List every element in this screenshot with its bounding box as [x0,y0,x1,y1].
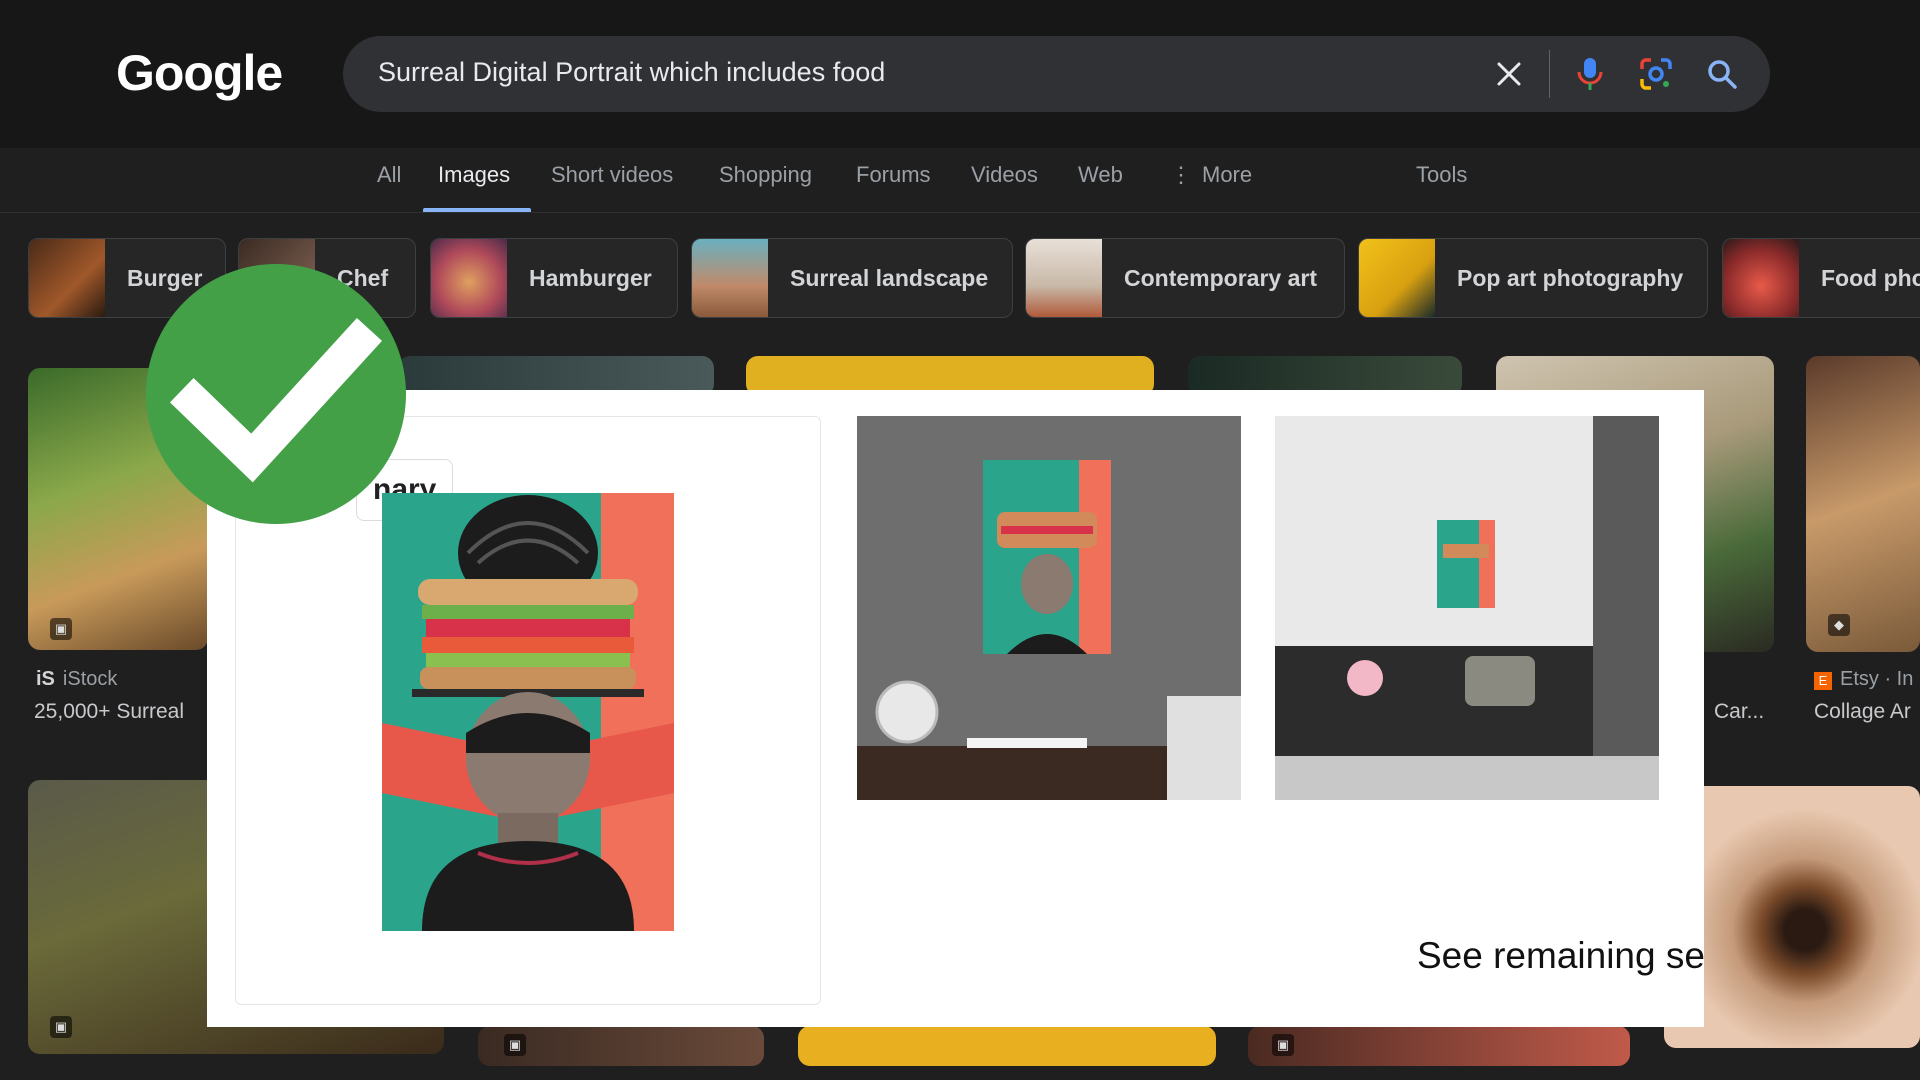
chip-thumbnail [692,239,768,317]
tag-icon: ◆ [1828,614,1850,636]
see-remaining-link[interactable]: See remaining se [1417,935,1704,977]
istock-favicon-icon: iS [36,668,55,690]
search-icon[interactable] [1702,54,1742,94]
result-source[interactable]: iS iStock [36,668,117,691]
wall-mockup-image-2[interactable] [1275,416,1659,800]
chip-label: Food pho [1821,264,1920,291]
chip-label: Pop art photography [1457,264,1684,291]
chip-hamburger[interactable]: Hamburger [430,238,678,318]
result-source-label: iStock [62,668,118,690]
image-badge-icon: ▣ [504,1034,526,1056]
chip-contemporary-art[interactable]: Contemporary art [1025,238,1345,318]
more-vert-icon: ⋮ [1170,162,1192,187]
lens-icon[interactable] [1636,54,1676,94]
checkmark-icon [146,264,406,524]
image-result[interactable]: ◆ [1806,356,1920,652]
tab-web[interactable]: Web [1078,162,1123,188]
image-result[interactable] [798,1026,1216,1066]
chip-thumbnail [1359,239,1435,317]
image-result[interactable]: ▣ [478,1026,764,1066]
search-tabs: All Images Short videos Shopping Forums … [0,148,1920,213]
tab-more-label: More [1202,162,1253,187]
chip-surreal-landscape[interactable]: Surreal landscape [691,238,1013,318]
clear-icon[interactable] [1489,54,1529,94]
image-badge-icon: ▣ [50,618,72,640]
chip-pop-art-photography[interactable]: Pop art photography [1358,238,1708,318]
active-tab-indicator [423,208,531,212]
tab-images[interactable]: Images [438,162,510,188]
tab-all[interactable]: All [377,162,401,188]
mic-icon[interactable] [1570,54,1610,94]
chip-label: Hamburger [529,264,652,291]
tab-shopping[interactable]: Shopping [719,162,812,188]
tab-forums[interactable]: Forums [856,162,931,188]
chip-thumbnail [431,239,507,317]
image-badge-icon: ▣ [1272,1034,1294,1056]
result-caption[interactable]: Collage Ar [1814,700,1911,724]
chip-thumbnail [1723,239,1799,317]
google-logo[interactable]: Google [116,44,283,102]
wall-mockup-image-1[interactable] [857,416,1241,800]
image-badge-icon: ▣ [50,1016,72,1038]
chip-label: Surreal landscape [790,264,989,291]
surreal-sandwich-portrait-image[interactable] [382,493,674,931]
preview-modal: nary See remaining se [207,390,1704,1027]
result-caption[interactable]: 25,000+ Surreal [34,700,184,724]
result-caption-partial[interactable]: Car... [1714,700,1764,724]
tab-tools[interactable]: Tools [1416,162,1467,188]
result-source-label: Etsy · In [1840,668,1914,690]
etsy-favicon-icon: E [1814,672,1832,690]
header: Google Surreal Digital Portrait which in… [0,0,1920,148]
search-bar[interactable]: Surreal Digital Portrait which includes … [343,36,1770,112]
chip-label: Contemporary art [1124,264,1317,291]
tab-short-videos[interactable]: Short videos [551,162,673,188]
chip-thumbnail [29,239,105,317]
chip-food-photography[interactable]: Food pho [1722,238,1920,318]
tab-more[interactable]: ⋮ More [1170,162,1252,188]
image-result[interactable]: ▣ [1248,1026,1630,1066]
tab-videos[interactable]: Videos [971,162,1038,188]
chip-thumbnail [1026,239,1102,317]
search-input[interactable]: Surreal Digital Portrait which includes … [378,57,885,88]
search-divider [1549,50,1550,98]
result-source[interactable]: E Etsy · In [1814,668,1913,691]
